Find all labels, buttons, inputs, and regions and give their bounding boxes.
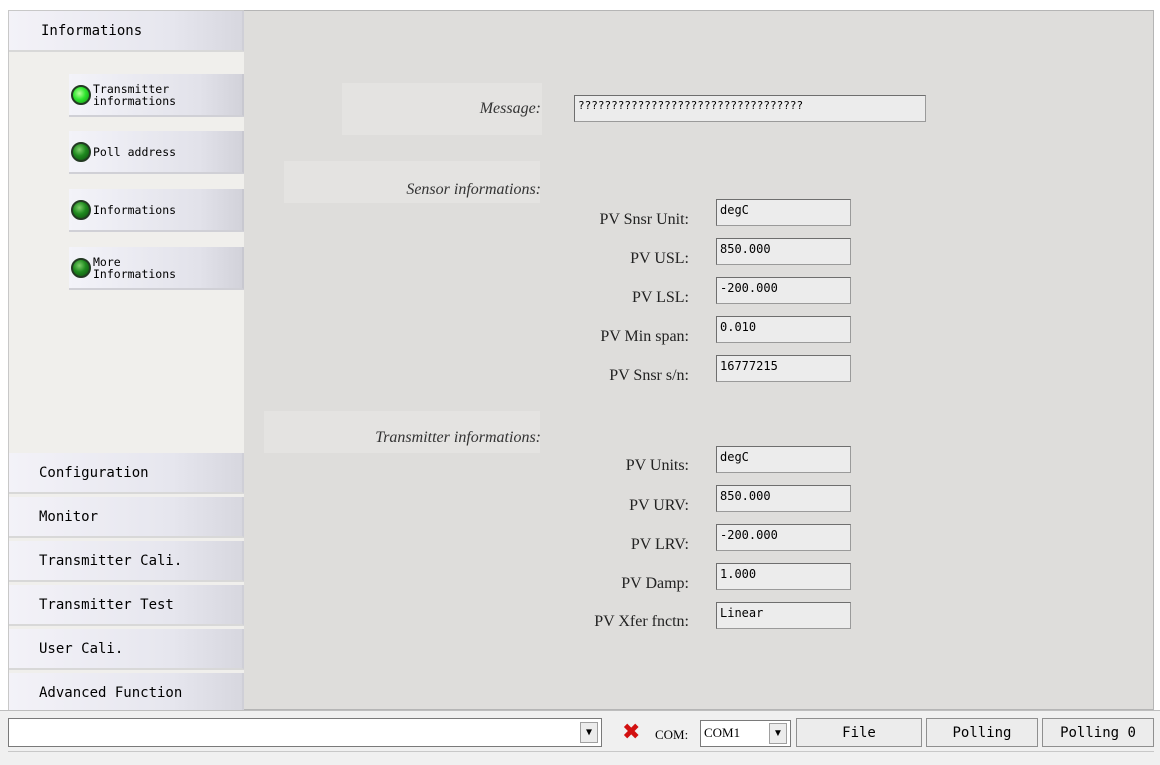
- nav-label: Configuration: [39, 464, 149, 481]
- status-strip: [8, 751, 1154, 763]
- nav-configuration-button[interactable]: Configuration: [9, 453, 245, 494]
- pv-snsr-unit-field[interactable]: degC: [716, 199, 851, 226]
- nav-label: Transmitter Cali.: [39, 552, 183, 569]
- field-label: PV LRV:: [630, 536, 689, 553]
- main-panel: Message: ???????????????????????????????…: [244, 10, 1154, 710]
- transmitter-informations-heading: Transmitter informations:: [375, 429, 541, 446]
- sub-item-label: Informations: [93, 202, 177, 217]
- com-port-select[interactable]: COM1 ▼: [700, 720, 791, 747]
- nav-transmitter-test-button[interactable]: Transmitter Test: [9, 585, 245, 626]
- polling-count-label: Polling 0: [1060, 724, 1136, 741]
- sub-item-informations[interactable]: Informations: [69, 189, 245, 232]
- com-label: COM:: [655, 727, 689, 742]
- sub-item-label: More Informations: [93, 254, 177, 281]
- status-led-icon: [71, 84, 91, 105]
- status-led-icon: [71, 257, 91, 278]
- field-label: PV Damp:: [621, 575, 689, 592]
- field-label: PV LSL:: [631, 289, 689, 306]
- field-label: PV Snsr Unit:: [599, 211, 689, 228]
- polling-button[interactable]: Polling: [926, 718, 1038, 747]
- nav-transmitter-cali-button[interactable]: Transmitter Cali.: [9, 541, 245, 582]
- sub-item-transmitter-informations[interactable]: Transmitter informations: [69, 74, 245, 117]
- pv-xfer-fnctn-field[interactable]: Linear: [716, 602, 851, 629]
- field-label: PV USL:: [630, 250, 689, 267]
- nav-label: Informations: [41, 22, 143, 39]
- status-bar: ▼ ✖ COM: COM1 ▼ File Polling Polling 0: [0, 710, 1160, 765]
- pv-damp-field[interactable]: 1.000: [716, 563, 851, 590]
- field-label: PV URV:: [629, 497, 689, 514]
- disconnected-icon: ✖: [622, 720, 641, 745]
- polling-count: Polling 0: [1042, 718, 1154, 747]
- nav-label: Advanced Function: [39, 684, 183, 701]
- polling-button-label: Polling: [952, 724, 1012, 741]
- nav-label: User Cali.: [39, 640, 124, 657]
- nav-advanced-function-button[interactable]: Advanced Function: [9, 673, 245, 714]
- com-port-value: COM1: [704, 725, 741, 740]
- nav-user-cali-button[interactable]: User Cali.: [9, 629, 245, 670]
- file-button[interactable]: File: [796, 718, 922, 747]
- field-label: PV Units:: [625, 457, 689, 474]
- status-led-icon: [71, 141, 91, 162]
- sub-item-label: Poll address: [93, 144, 177, 159]
- nav-label: Transmitter Test: [39, 596, 174, 613]
- chevron-down-icon[interactable]: ▼: [769, 723, 787, 744]
- pv-urv-field[interactable]: 850.000: [716, 485, 851, 512]
- sub-item-poll-address[interactable]: Poll address: [69, 131, 245, 174]
- field-label: PV Min span:: [600, 328, 689, 345]
- pv-snsr-sn-field[interactable]: 16777215: [716, 355, 851, 382]
- sub-item-label: Transmitter informations: [93, 81, 177, 108]
- pv-usl-field[interactable]: 850.000: [716, 238, 851, 265]
- sub-item-more-informations[interactable]: More Informations: [69, 247, 245, 290]
- nav-label: Monitor: [39, 508, 99, 525]
- pv-units-field[interactable]: degC: [716, 446, 851, 473]
- field-label: PV Xfer fnctn:: [594, 613, 689, 630]
- nav-informations-button[interactable]: Informations: [9, 11, 245, 52]
- chevron-down-icon[interactable]: ▼: [580, 722, 598, 743]
- pv-min-span-field[interactable]: 0.010: [716, 316, 851, 343]
- pv-lsl-field[interactable]: -200.000: [716, 277, 851, 304]
- message-label: Message:: [479, 100, 541, 117]
- status-led-icon: [71, 199, 91, 220]
- sensor-informations-heading: Sensor informations:: [406, 181, 541, 198]
- file-button-label: File: [842, 724, 876, 741]
- pv-lrv-field[interactable]: -200.000: [716, 524, 851, 551]
- sidebar: Informations Transmitter informations Po…: [8, 10, 245, 714]
- field-label: PV Snsr s/n:: [609, 367, 689, 384]
- message-field[interactable]: ??????????????????????????????????: [574, 95, 926, 122]
- nav-monitor-button[interactable]: Monitor: [9, 497, 245, 538]
- command-combobox[interactable]: ▼: [8, 718, 602, 747]
